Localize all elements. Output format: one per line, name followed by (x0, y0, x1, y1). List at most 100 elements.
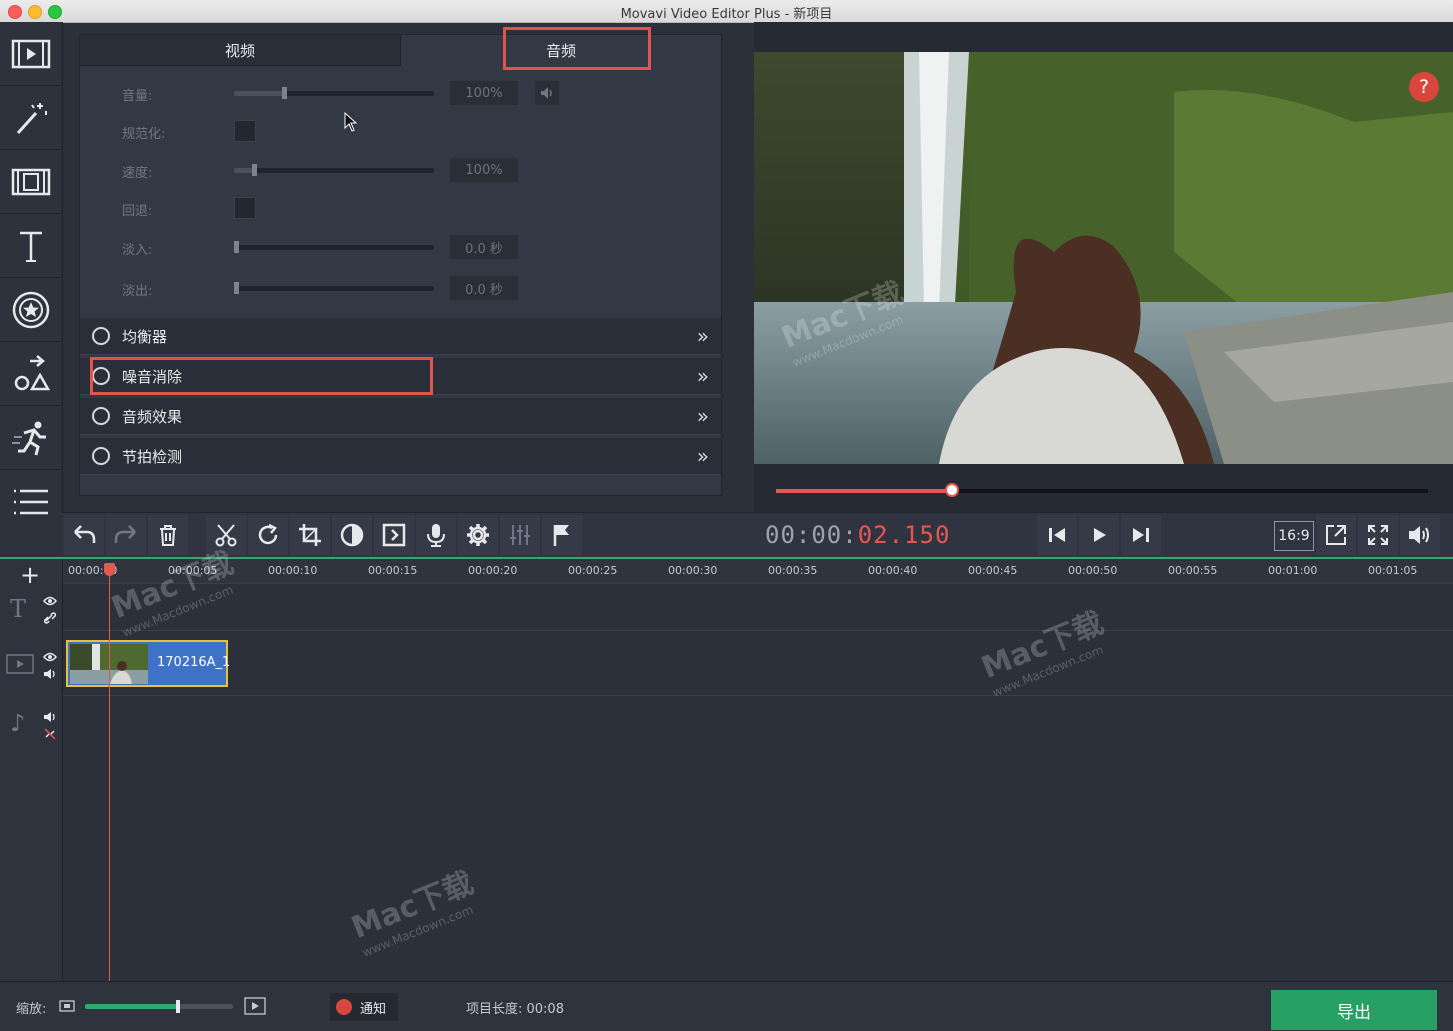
fade-in-slider[interactable] (234, 241, 434, 253)
equalizer-button[interactable] (500, 515, 540, 555)
time-ruler[interactable]: 00:00:00 00:00:05 00:00:10 00:00:15 00:00:20… (63, 559, 1453, 584)
double-chevron-right-icon[interactable]: » (697, 364, 709, 388)
fade-out-value[interactable]: 0.0 秒 (450, 276, 518, 300)
add-track-button[interactable]: + (20, 561, 40, 589)
tab-video[interactable]: 视频 (80, 35, 401, 66)
crop-icon (299, 524, 321, 546)
ruler-tick-label: 00:00:55 (1168, 564, 1218, 577)
video-track[interactable] (63, 631, 1453, 696)
clip-properties-button[interactable] (458, 515, 498, 555)
zoom-out-icon[interactable] (59, 1000, 75, 1012)
noise-removal-highlight (90, 357, 433, 395)
sidebar-motion-button[interactable] (0, 406, 62, 470)
sidebar-more-button[interactable] (0, 470, 62, 533)
volume-slider[interactable] (234, 87, 434, 99)
reverse-label: 回退: (122, 204, 153, 219)
fade-in-slider-thumb[interactable] (234, 241, 239, 253)
fade-out-slider[interactable] (234, 282, 434, 294)
mute-button[interactable] (535, 81, 559, 105)
fullscreen-icon (1368, 525, 1388, 545)
color-adjust-button[interactable] (332, 515, 372, 555)
playhead-handle[interactable] (104, 563, 115, 576)
project-length: 项目长度: 00:08 (466, 1002, 564, 1017)
speed-slider[interactable] (234, 164, 434, 176)
transitions-icon (11, 168, 51, 195)
fullscreen-button[interactable] (1358, 515, 1398, 555)
normalize-checkbox[interactable] (234, 120, 256, 142)
eye-icon[interactable] (43, 595, 57, 607)
export-button[interactable]: 导出 (1271, 990, 1437, 1030)
scrubber-thumb[interactable] (945, 483, 960, 497)
sidebar-transitions-button[interactable] (0, 150, 62, 214)
transition-wizard-button[interactable] (374, 515, 414, 555)
video-clip[interactable]: 170216A_1 (66, 640, 230, 687)
link-icon[interactable] (43, 612, 57, 624)
sidebar-filters-button[interactable] (0, 86, 62, 150)
sidebar-import-button[interactable] (0, 22, 62, 86)
timecode-display: 00:00:02.150 (765, 521, 950, 549)
track-headers: + T ♪ (0, 559, 63, 981)
sidebar-callouts-button[interactable] (0, 342, 62, 406)
sidebar-titles-button[interactable] (0, 214, 62, 278)
undo-button[interactable] (64, 515, 104, 555)
speed-value[interactable]: 100% (450, 158, 518, 182)
gear-icon (467, 524, 489, 546)
speaker-icon[interactable] (43, 668, 57, 680)
section-radio[interactable] (92, 327, 110, 345)
record-audio-button[interactable] (416, 515, 456, 555)
fade-out-slider-thumb[interactable] (234, 282, 239, 294)
aspect-ratio-button[interactable]: 16:9 (1274, 521, 1314, 551)
stickers-icon (12, 291, 50, 328)
titles-icon (20, 231, 42, 262)
add-marker-button[interactable] (542, 515, 582, 555)
title-track[interactable] (63, 584, 1453, 631)
popout-preview-button[interactable] (1316, 515, 1356, 555)
zoom-in-icon[interactable] (244, 997, 266, 1015)
ruler-tick-label: 00:01:00 (1268, 564, 1318, 577)
music-note-icon: ♪ (10, 709, 26, 737)
split-button[interactable] (206, 515, 246, 555)
next-frame-button[interactable] (1121, 515, 1161, 555)
ruler-tick-label: 00:00:10 (268, 564, 318, 577)
reverse-checkbox[interactable] (234, 197, 256, 219)
undo-icon (74, 525, 96, 543)
volume-value[interactable]: 100% (450, 81, 518, 105)
ruler-tick-label: 00:00:20 (468, 564, 518, 577)
zoom-slider[interactable] (85, 1000, 233, 1013)
skip-forward-icon (1133, 528, 1149, 542)
double-chevron-right-icon[interactable]: » (697, 444, 709, 468)
speed-label: 速度: (122, 166, 153, 181)
crop-button[interactable] (290, 515, 330, 555)
help-button[interactable]: ? (1409, 72, 1439, 102)
section-radio[interactable] (92, 447, 110, 465)
delete-button[interactable] (148, 515, 188, 555)
audio-track[interactable] (63, 696, 1453, 756)
tool-sidebar (0, 22, 63, 556)
section-audio-effects[interactable]: 音频效果 » (80, 398, 721, 435)
play-button[interactable] (1079, 515, 1119, 555)
speed-slider-thumb[interactable] (252, 164, 257, 176)
volume-slider-thumb[interactable] (282, 87, 287, 99)
volume-button[interactable] (1400, 515, 1440, 555)
section-beat-detection[interactable]: 节拍检测 » (80, 438, 721, 475)
eye-icon[interactable] (43, 651, 57, 663)
section-radio[interactable] (92, 407, 110, 425)
zoom-slider-thumb[interactable] (176, 1000, 181, 1013)
microphone-icon (427, 524, 445, 547)
section-equalizer[interactable]: 均衡器 » (80, 318, 721, 355)
double-chevron-right-icon[interactable]: » (697, 324, 709, 348)
redo-button[interactable] (106, 515, 146, 555)
unlink-icon[interactable] (43, 728, 57, 740)
speaker-icon[interactable] (43, 711, 57, 723)
notifications-button[interactable]: 通知 (330, 993, 398, 1021)
fade-in-value[interactable]: 0.0 秒 (450, 235, 518, 259)
speed-slider-fill (234, 168, 254, 173)
sidebar-stickers-button[interactable] (0, 278, 62, 342)
ruler-tick-label: 00:00:30 (668, 564, 718, 577)
previous-frame-button[interactable] (1037, 515, 1077, 555)
double-chevron-right-icon[interactable]: » (697, 404, 709, 428)
preview-frame[interactable]: ? (754, 52, 1453, 464)
preview-scrubber[interactable] (776, 483, 1428, 497)
rotate-button[interactable] (248, 515, 288, 555)
edit-toolbar: 00:00:02.150 16:9 (62, 512, 1453, 558)
